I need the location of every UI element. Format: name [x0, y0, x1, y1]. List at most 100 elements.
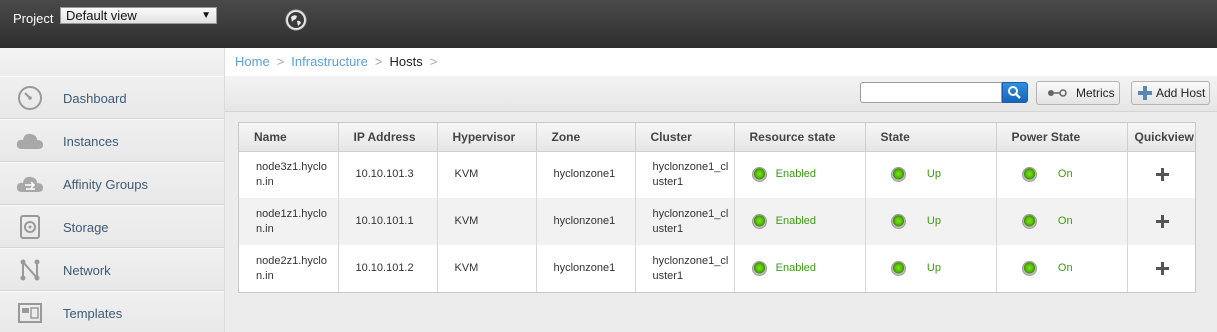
sidebar-item-network[interactable]: Network [0, 248, 224, 291]
breadcrumb-current: Hosts [389, 54, 423, 69]
search-input[interactable] [860, 82, 1002, 103]
state-cell: Up [865, 245, 997, 292]
top-header: Project Default view ▼ [0, 0, 1217, 48]
column-header-hypervisor[interactable]: Hypervisor [437, 123, 537, 152]
project-label: Project [13, 11, 54, 26]
resource-state-text: Enabled [775, 261, 817, 274]
resource-state-text: Enabled [775, 214, 817, 227]
status-ok-icon [890, 260, 906, 276]
network-icon [20, 259, 40, 281]
sidebar-item-dashboard[interactable]: Dashboard [0, 76, 224, 119]
power-state-cell: On [996, 198, 1128, 245]
sidebar-item-label: Instances [63, 134, 119, 149]
add-host-button[interactable]: Add Host [1131, 81, 1210, 105]
hypervisor-cell: KVM [437, 245, 537, 292]
breadcrumb-separator: > [429, 54, 438, 69]
resource-state-text: Enabled [775, 168, 817, 181]
column-header-ip[interactable]: IP Address [338, 123, 438, 152]
sidebar-item-label: Affinity Groups [63, 177, 149, 192]
hosts-table: Name IP Address Hypervisor Zone Cluster … [238, 122, 1196, 293]
cluster-cell: hyclonzone1_cluster1 [635, 245, 735, 292]
power-state-text: On [1057, 168, 1073, 181]
sidebar-item-label: Templates [63, 306, 123, 321]
status-ok-icon [1021, 167, 1037, 183]
metrics-icon [1048, 89, 1067, 97]
quickview-plus-icon[interactable] [1155, 167, 1169, 181]
dashboard-icon [18, 86, 42, 110]
ip-cell: 10.10.101.1 [338, 198, 438, 245]
power-state-cell: On [996, 151, 1128, 198]
cloud-icon [16, 133, 43, 149]
sidebar: Dashboard Instances Affinity Groups Stor… [0, 48, 224, 332]
host-name-cell: node2z1.hyclon.in [239, 245, 339, 292]
breadcrumb: Home > Infrastructure > Hosts > [225, 48, 1217, 76]
state-text: Up [926, 261, 941, 274]
affinity-icon [16, 176, 43, 192]
table-header-row: Name IP Address Hypervisor Zone Cluster … [239, 123, 1195, 152]
metrics-button[interactable]: Metrics [1036, 81, 1120, 105]
column-header-power-state[interactable]: Power State [996, 123, 1128, 152]
sidebar-item-label: Network [63, 263, 111, 278]
hypervisor-cell: KVM [437, 198, 537, 245]
status-ok-icon [1021, 213, 1037, 229]
sidebar-item-templates[interactable]: Templates [0, 291, 224, 332]
hypervisor-cell: KVM [437, 151, 537, 198]
ip-cell: 10.10.101.2 [338, 245, 438, 292]
sidebar-item-label: Storage [63, 220, 109, 235]
column-header-resource-state[interactable]: Resource state [734, 123, 866, 152]
table-row[interactable]: node3z1.hyclon.in 10.10.101.3 KVM hyclon… [239, 151, 1195, 198]
column-header-zone[interactable]: Zone [536, 123, 636, 152]
state-text: Up [926, 214, 941, 227]
zone-cell: hyclonzone1 [536, 245, 636, 292]
resource-state-cell: Enabled [734, 245, 866, 292]
column-header-quickview: Quickview [1127, 123, 1195, 152]
breadcrumb-separator: > [374, 54, 383, 69]
host-name-cell: node3z1.hyclon.in [239, 151, 339, 198]
quickview-plus-icon[interactable] [1155, 214, 1169, 228]
status-ok-icon [1021, 260, 1037, 276]
host-name-cell: node1z1.hyclon.in [239, 198, 339, 245]
power-state-text: On [1057, 214, 1073, 227]
project-select[interactable]: Default view ▼ [60, 7, 217, 24]
breadcrumb-infrastructure[interactable]: Infrastructure [291, 54, 368, 69]
column-header-cluster[interactable]: Cluster [635, 123, 735, 152]
breadcrumb-separator: > [276, 54, 285, 69]
globe-icon[interactable] [285, 9, 307, 31]
quickview-cell [1127, 245, 1195, 292]
search-button[interactable] [1002, 82, 1028, 103]
table-row[interactable]: node1z1.hyclon.in 10.10.101.1 KVM hyclon… [239, 198, 1195, 245]
quickview-cell [1127, 198, 1195, 245]
plus-icon [1138, 86, 1152, 100]
resource-state-cell: Enabled [734, 198, 866, 245]
breadcrumb-home[interactable]: Home [235, 54, 270, 69]
table-row[interactable]: node2z1.hyclon.in 10.10.101.2 KVM hyclon… [239, 245, 1195, 292]
cluster-cell: hyclonzone1_cluster1 [635, 151, 735, 198]
resource-state-cell: Enabled [734, 151, 866, 198]
state-cell: Up [865, 151, 997, 198]
sidebar-item-instances[interactable]: Instances [0, 119, 224, 162]
state-cell: Up [865, 198, 997, 245]
power-state-text: On [1057, 261, 1073, 274]
toolbar: Metrics Add Host [225, 76, 1217, 112]
search-icon [1008, 86, 1021, 99]
state-text: Up [926, 168, 941, 181]
column-header-name[interactable]: Name [239, 123, 339, 152]
cluster-cell: hyclonzone1_cluster1 [635, 198, 735, 245]
status-ok-icon [751, 213, 767, 229]
chevron-down-icon: ▼ [201, 10, 211, 21]
status-ok-icon [751, 167, 767, 183]
project-select-value: Default view [66, 8, 137, 23]
column-header-state[interactable]: State [865, 123, 997, 152]
storage-icon [20, 215, 40, 239]
zone-cell: hyclonzone1 [536, 151, 636, 198]
status-ok-icon [751, 260, 767, 276]
status-ok-icon [890, 167, 906, 183]
status-ok-icon [890, 213, 906, 229]
sidebar-item-storage[interactable]: Storage [0, 205, 224, 248]
quickview-plus-icon[interactable] [1155, 261, 1169, 275]
sidebar-item-label: Dashboard [63, 91, 127, 106]
main-content: Home > Infrastructure > Hosts > Metrics Add H… [224, 48, 1217, 332]
metrics-button-label: Metrics [1076, 86, 1115, 100]
sidebar-item-affinity-groups[interactable]: Affinity Groups [0, 162, 224, 205]
sidebar-top [0, 48, 224, 76]
